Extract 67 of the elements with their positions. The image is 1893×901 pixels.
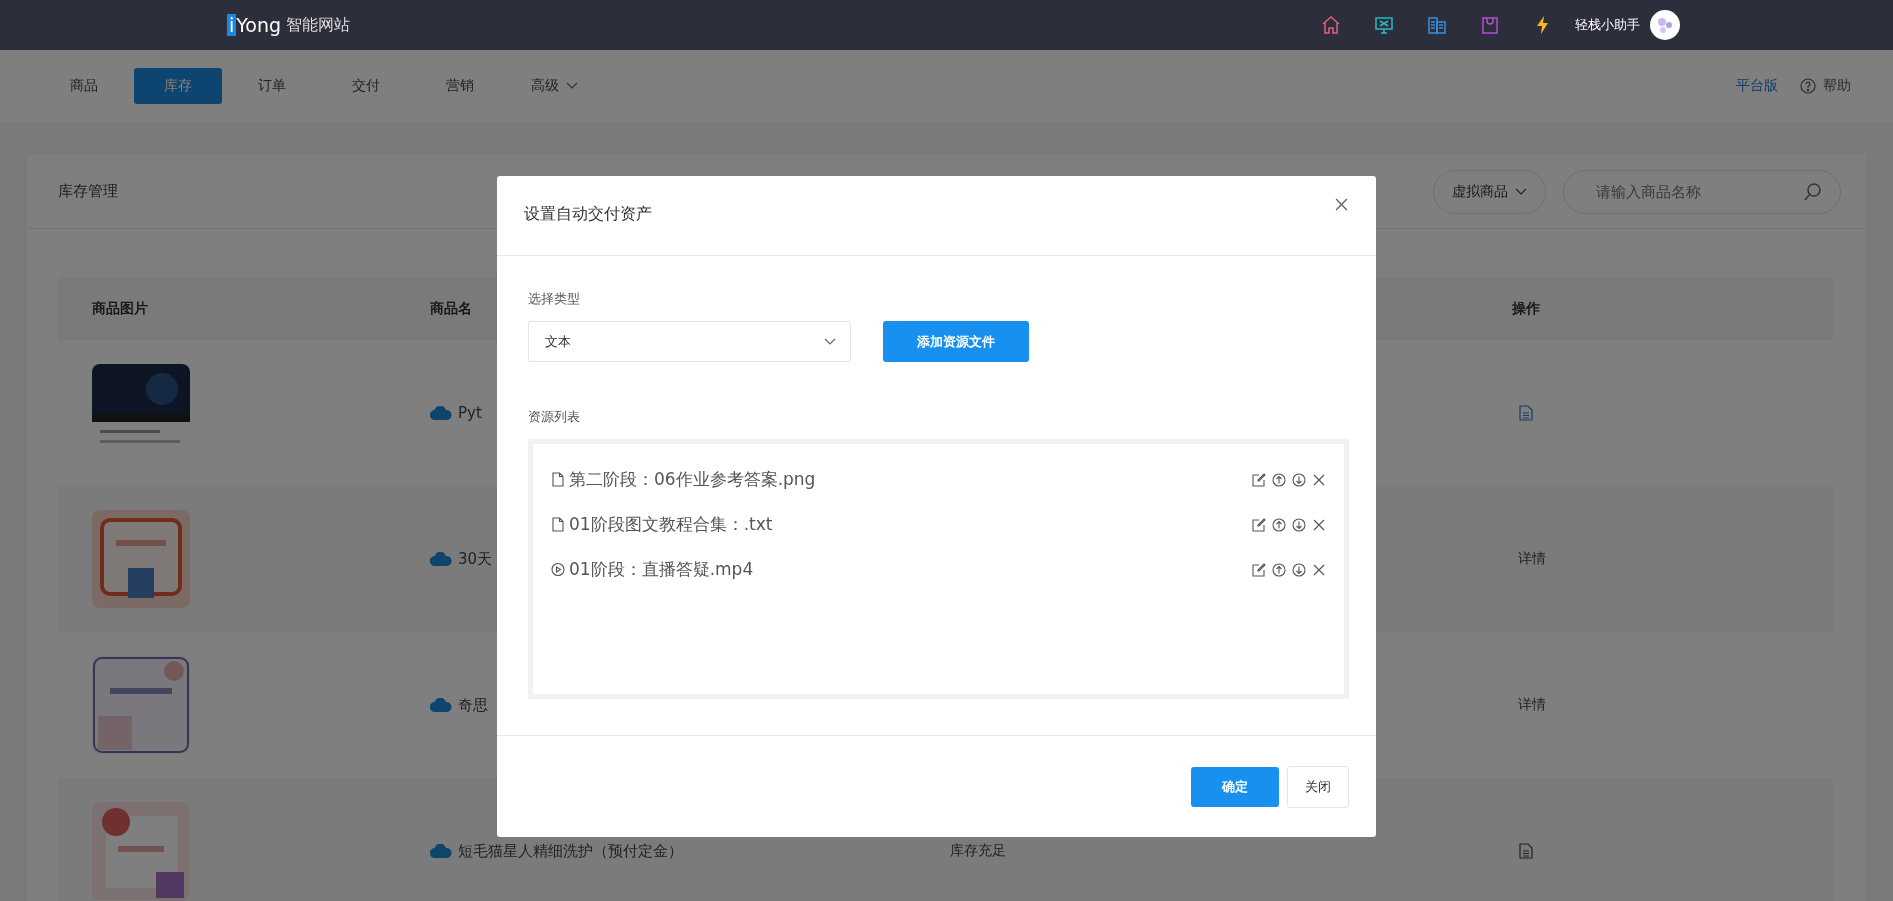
edit-icon[interactable]	[1252, 517, 1266, 532]
logo-text: Yong	[236, 14, 282, 36]
user-name[interactable]: 轻栈小助手	[1575, 16, 1640, 34]
bag-icon[interactable]	[1480, 15, 1500, 35]
cloud-icon	[430, 552, 452, 566]
resource-name[interactable]: 01阶段：直播答疑.mp4	[569, 558, 754, 581]
search-field[interactable]: 请输入商品名称	[1563, 169, 1841, 214]
edit-icon[interactable]	[1252, 472, 1266, 487]
cloud-icon	[430, 844, 452, 858]
dialog-title: 设置自动交付资产	[524, 203, 652, 225]
move-up-icon[interactable]	[1272, 472, 1286, 487]
caret-icon	[565, 82, 578, 90]
detail-link[interactable]: 详情	[1518, 696, 1546, 714]
monitor-icon[interactable]	[1374, 15, 1394, 35]
nav-tab[interactable]: 库存	[134, 68, 222, 104]
page-title: 库存管理	[58, 182, 118, 201]
column-header: 商品名	[430, 299, 473, 318]
category-filter[interactable]: 虚拟商品	[1433, 169, 1546, 214]
move-down-icon[interactable]	[1292, 562, 1306, 577]
product-name: 奇思	[458, 695, 488, 715]
close-icon[interactable]	[1335, 198, 1348, 211]
site-name: 智能网站	[286, 14, 351, 36]
product-name: Pyt	[458, 404, 482, 422]
move-down-icon[interactable]	[1292, 472, 1306, 487]
move-up-icon[interactable]	[1272, 517, 1286, 532]
product-name: 短毛猫星人精细洗护（预付定金）	[458, 841, 683, 861]
delete-icon[interactable]	[1312, 562, 1326, 577]
product-name: 30天	[458, 549, 493, 569]
type-select[interactable]: 文本	[528, 321, 851, 362]
nav-tab[interactable]: 高级	[510, 68, 598, 104]
cloud-icon	[430, 406, 452, 420]
detail-link[interactable]: 详情	[1518, 550, 1546, 568]
document-icon[interactable]	[1519, 843, 1533, 859]
help-link[interactable]: 帮助	[1823, 77, 1851, 95]
delete-icon[interactable]	[1312, 472, 1326, 487]
home-icon[interactable]	[1321, 15, 1341, 35]
caret-icon	[824, 337, 836, 346]
search-icon[interactable]	[1803, 181, 1823, 202]
confirm-button[interactable]: 确定	[1191, 766, 1279, 807]
cloud-icon	[430, 698, 452, 712]
resource-name[interactable]: 01阶段图文教程合集：.txt	[569, 513, 773, 536]
help-icon[interactable]	[1800, 78, 1816, 94]
nav-tab[interactable]: 订单	[228, 68, 316, 104]
document-icon[interactable]	[1519, 405, 1533, 421]
stock-status: 库存充足	[950, 842, 1006, 860]
column-header: 操作	[1511, 299, 1541, 318]
field-label: 资源列表	[528, 408, 581, 426]
caret-icon	[1515, 187, 1527, 196]
platform-link[interactable]: 平台版	[1736, 77, 1778, 95]
column-header: 商品图片	[91, 299, 149, 318]
move-up-icon[interactable]	[1272, 562, 1286, 577]
nav-tab[interactable]: 交付	[322, 68, 410, 104]
file-icon	[551, 517, 565, 532]
close-button[interactable]: 关闭	[1287, 765, 1349, 808]
add-resource-button[interactable]: 添加资源文件	[883, 321, 1029, 362]
edit-icon[interactable]	[1252, 562, 1266, 577]
resource-name[interactable]: 第二阶段：06作业参考答案.png	[569, 468, 816, 491]
field-label: 选择类型	[528, 290, 581, 308]
delete-icon[interactable]	[1312, 517, 1326, 532]
move-down-icon[interactable]	[1292, 517, 1306, 532]
building-icon[interactable]	[1427, 15, 1447, 35]
nav-tab[interactable]: 商品	[40, 68, 128, 104]
file-icon	[551, 472, 565, 487]
logo-mark: i	[227, 14, 237, 36]
nav-tab[interactable]: 营销	[416, 68, 504, 104]
play-icon	[551, 562, 565, 577]
avatar[interactable]	[1650, 10, 1680, 40]
